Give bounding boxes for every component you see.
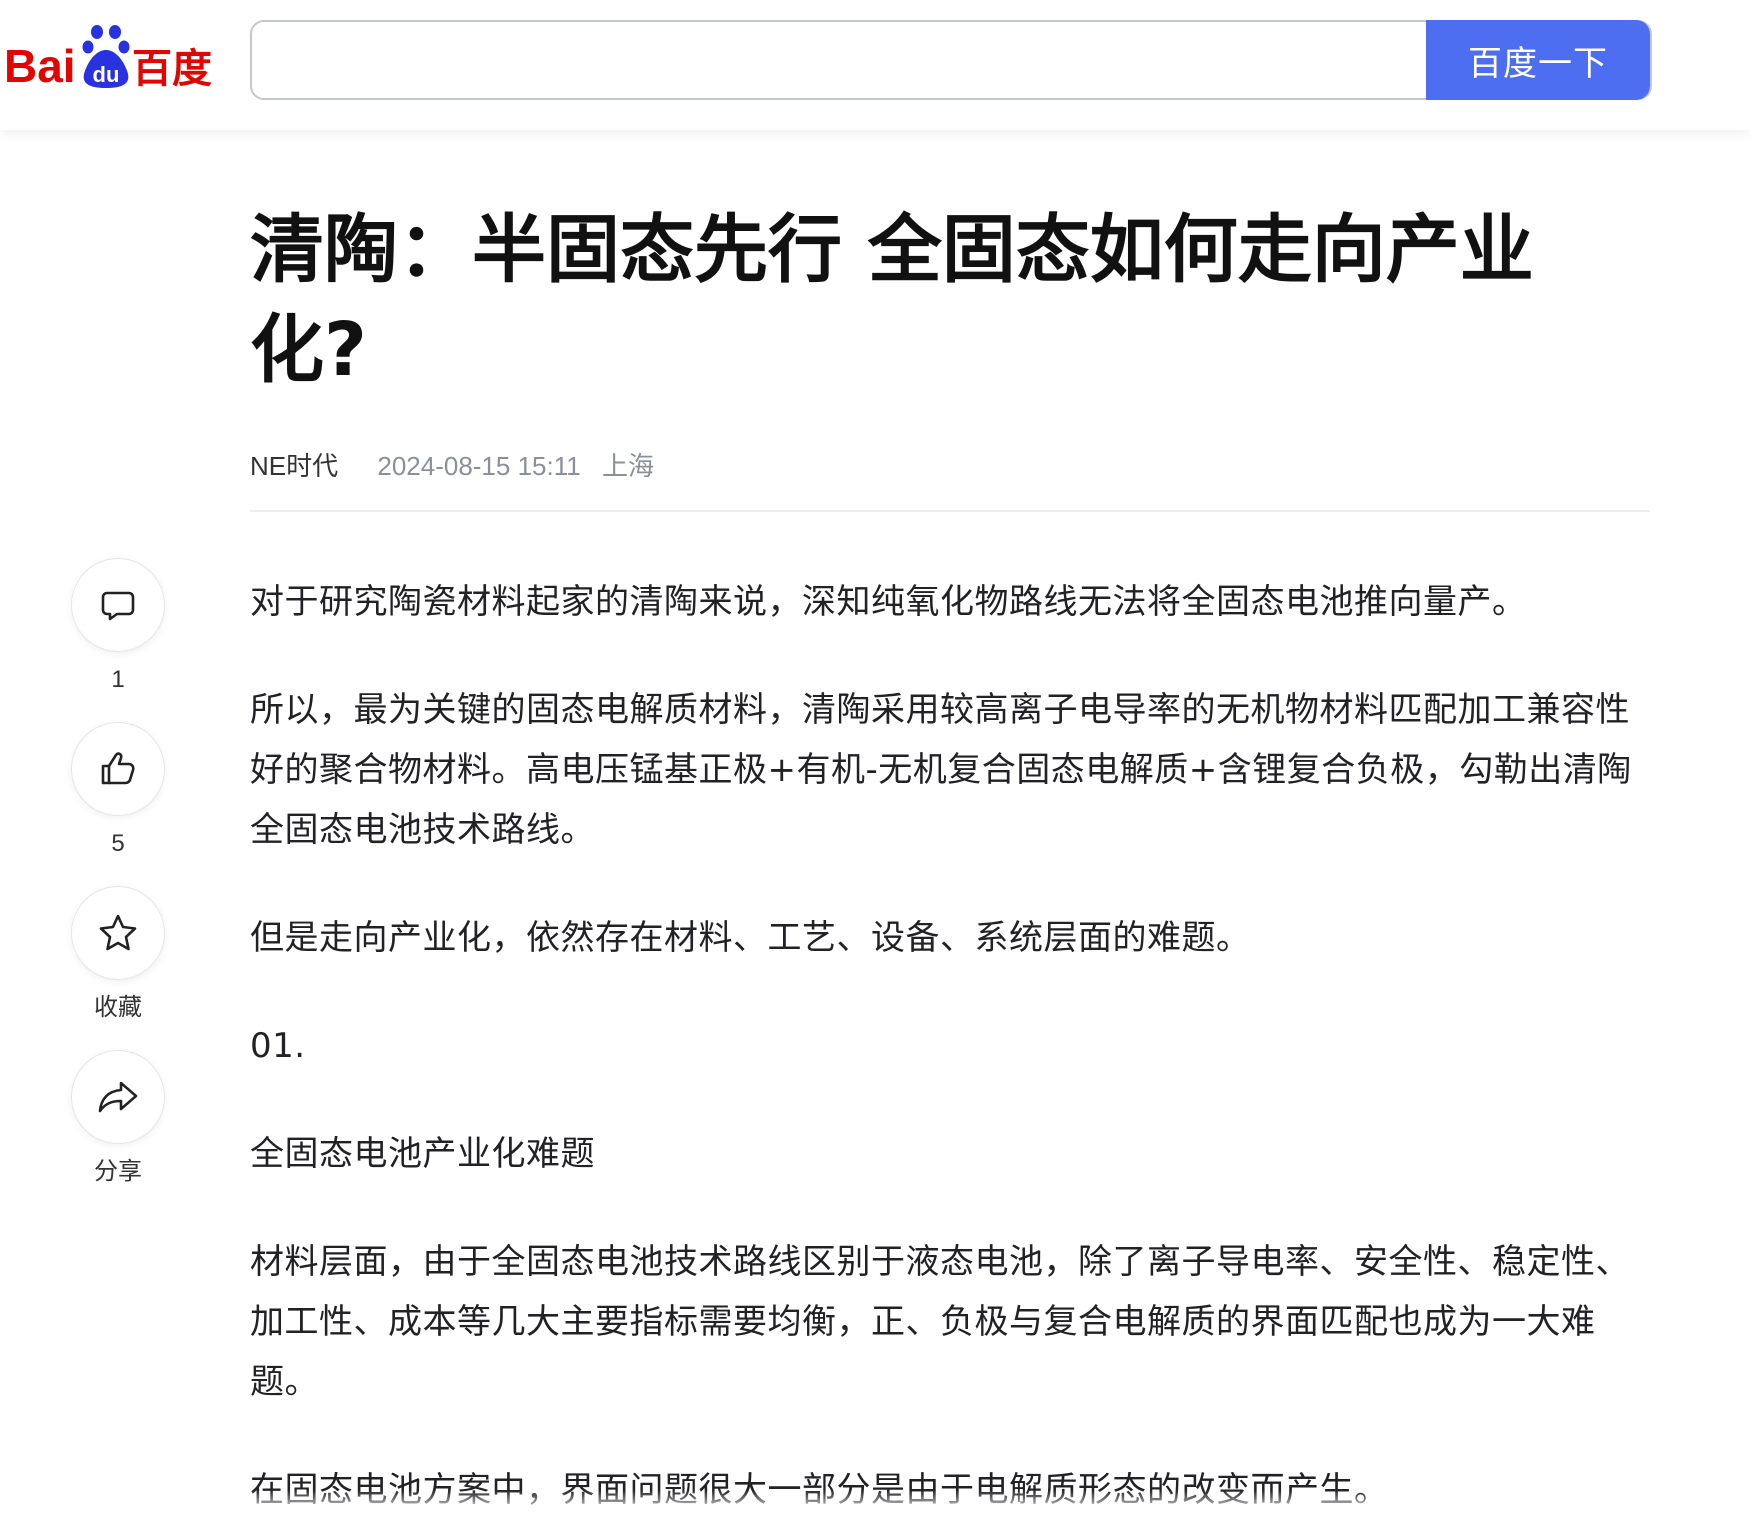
paragraph: 但是走向产业化，依然存在材料、工艺、设备、系统层面的难题。: [250, 918, 1251, 958]
paragraph: 材料层面，由于全固态电池技术路线区别于液态电池，除了离子导电率、安全性、稳定性、…: [250, 1242, 1630, 1402]
thumbs-up-icon: [101, 752, 135, 785]
like-button[interactable]: [71, 722, 165, 816]
logo-text-cn: 百度: [132, 46, 212, 92]
comment-icon: [101, 591, 135, 621]
meta-divider: [250, 510, 1650, 512]
publish-datetime: 2024-08-15 15:11: [377, 451, 581, 481]
like-action[interactable]: 5: [70, 722, 166, 858]
bottom-fade: [0, 1490, 1750, 1514]
favorite-action[interactable]: 收藏: [70, 886, 166, 1022]
author-name[interactable]: NE时代: [250, 451, 338, 481]
comment-action[interactable]: 1: [70, 558, 166, 694]
like-count: 5: [111, 830, 125, 857]
share-label: 分享: [94, 1158, 142, 1185]
section-heading: 全固态电池产业化难题: [250, 1134, 595, 1174]
favorite-button[interactable]: [71, 886, 165, 980]
share-button[interactable]: [71, 1050, 165, 1144]
share-action[interactable]: 分享: [70, 1050, 166, 1186]
article-body: 对于研究陶瓷材料起家的清陶来说，深知纯氧化物路线无法将全固态电池推向量产。 所以…: [250, 572, 1650, 1520]
paragraph: 对于研究陶瓷材料起家的清陶来说，深知纯氧化物路线无法将全固态电池推向量产。: [250, 582, 1527, 622]
section-number: 01.: [250, 1026, 306, 1066]
paragraph: 所以，最为关键的固态电解质材料，清陶采用较高离子电导率的无机物材料匹配加工兼容性…: [250, 690, 1632, 850]
baidu-logo[interactable]: Bai du 百度: [4, 22, 214, 94]
comment-count: 1: [111, 666, 125, 693]
share-icon: [98, 1081, 138, 1113]
article-meta: NE时代 2024-08-15 15:11 上海: [250, 448, 654, 484]
publish-location: 上海: [601, 451, 654, 481]
search-input[interactable]: [252, 22, 1430, 98]
article-title: 清陶：半固态先行 全固态如何走向产业化?: [250, 207, 1534, 393]
search-button[interactable]: 百度一下: [1426, 20, 1650, 100]
baidu-logo-graphic: Bai du 百度: [4, 25, 212, 92]
logo-text-en: Bai: [4, 40, 76, 92]
favorite-label: 收藏: [94, 994, 142, 1021]
comment-button[interactable]: [71, 558, 165, 652]
top-header: Bai du 百度 百度一下: [0, 0, 1750, 130]
logo-paw-text: du: [93, 62, 120, 87]
paw-icon: du: [82, 25, 130, 88]
star-icon: [99, 914, 137, 951]
